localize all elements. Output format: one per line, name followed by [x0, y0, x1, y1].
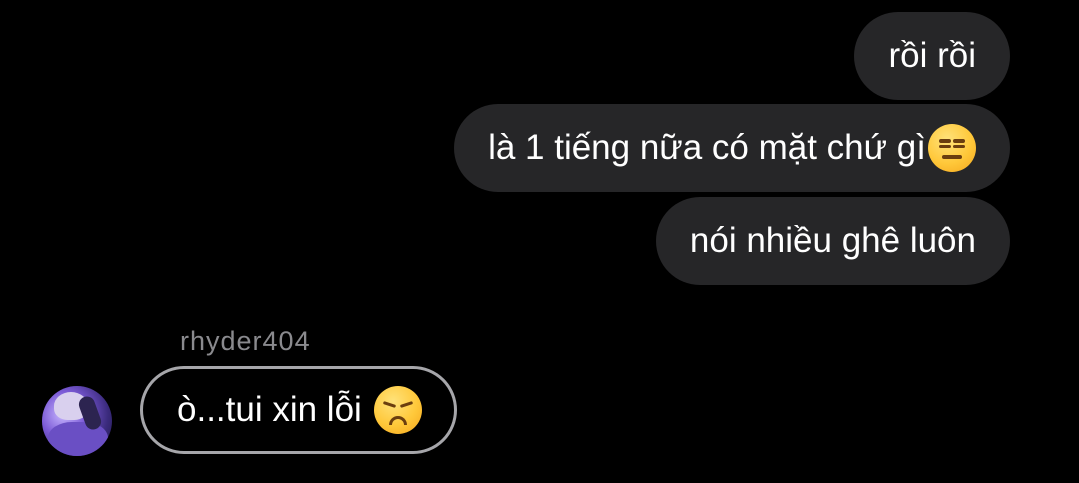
expressionless-face-icon [928, 124, 976, 172]
outgoing-message-bubble[interactable]: nói nhiều ghê luôn [655, 197, 1010, 285]
avatar[interactable] [42, 386, 112, 456]
message-text: nói nhiều ghê luôn [689, 221, 976, 260]
disappointed-face-icon [373, 386, 422, 434]
outgoing-message-bubble[interactable]: rồi rồi [854, 12, 1010, 100]
outgoing-message-bubble[interactable]: là 1 tiếng nữa có mặt chứ gì [454, 104, 1010, 192]
message-text: rồi rồi [888, 36, 976, 75]
sender-username: rhyder404 [180, 326, 311, 356]
message-text: là 1 tiếng nữa có mặt chứ gì [488, 128, 926, 167]
message-text: ò...tui xin lỗi [177, 390, 362, 429]
incoming-message-bubble[interactable]: ò...tui xin lỗi [140, 366, 457, 454]
